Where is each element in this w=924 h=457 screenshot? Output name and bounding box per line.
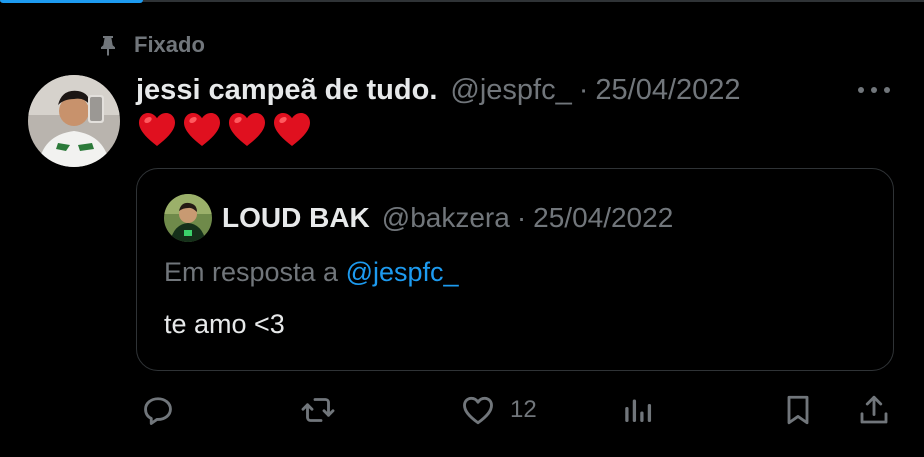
quoted-post-date: 25/04/2022 xyxy=(533,202,674,233)
more-dot xyxy=(871,87,877,93)
like-button[interactable]: 12 xyxy=(460,392,537,428)
more-dot xyxy=(884,87,890,93)
quoted-post-header: LOUD BAK @bakzera · 25/04/2022 xyxy=(222,199,673,237)
repost-icon xyxy=(300,392,336,428)
more-dot xyxy=(858,87,864,93)
quoted-post-text: te amo <3 xyxy=(164,309,285,339)
post-text xyxy=(138,112,318,152)
active-tab-indicator xyxy=(0,0,143,3)
reply-icon xyxy=(140,392,176,428)
author-avatar[interactable] xyxy=(28,75,120,167)
post-date[interactable]: 25/04/2022 xyxy=(595,74,740,107)
author-handle[interactable]: @jespfc_ xyxy=(450,74,571,107)
repost-button[interactable] xyxy=(300,392,336,428)
heart-icon xyxy=(460,392,496,428)
heart-emoji xyxy=(183,112,221,148)
pinned-label: Fixado xyxy=(134,32,205,57)
quoted-author-name[interactable]: LOUD BAK xyxy=(222,202,370,234)
more-options-button[interactable] xyxy=(854,78,894,102)
post-action-bar: 12 xyxy=(0,386,924,434)
bookmark-icon xyxy=(780,392,816,428)
views-button[interactable] xyxy=(620,392,656,428)
quoted-header-separator: · xyxy=(516,202,527,233)
like-count: 12 xyxy=(510,396,537,423)
heart-emoji xyxy=(273,112,311,148)
quoted-post-card[interactable]: LOUD BAK @bakzera · 25/04/2022 Em respos… xyxy=(136,168,894,371)
pin-icon xyxy=(96,33,120,57)
views-icon xyxy=(620,392,656,428)
reply-context: Em resposta a @jespfc_ xyxy=(164,257,459,288)
heart-emoji xyxy=(138,112,176,148)
bookmark-button[interactable] xyxy=(780,392,816,428)
share-button[interactable] xyxy=(856,392,892,428)
pinned-indicator: Fixado xyxy=(96,30,205,60)
header-separator: · xyxy=(578,73,589,106)
reply-button[interactable] xyxy=(140,392,176,428)
share-icon xyxy=(856,392,892,428)
quoted-author-handle[interactable]: @bakzera xyxy=(382,202,510,234)
quoted-author-avatar[interactable] xyxy=(164,194,212,242)
reply-mention-link[interactable]: @jespfc_ xyxy=(346,257,459,287)
author-name[interactable]: jessi campeã de tudo. xyxy=(136,74,437,107)
post-header: jessi campeã de tudo. @jespfc_ · 25/04/2… xyxy=(136,70,741,110)
heart-emoji xyxy=(228,112,266,148)
reply-prefix: Em resposta a xyxy=(164,257,339,287)
